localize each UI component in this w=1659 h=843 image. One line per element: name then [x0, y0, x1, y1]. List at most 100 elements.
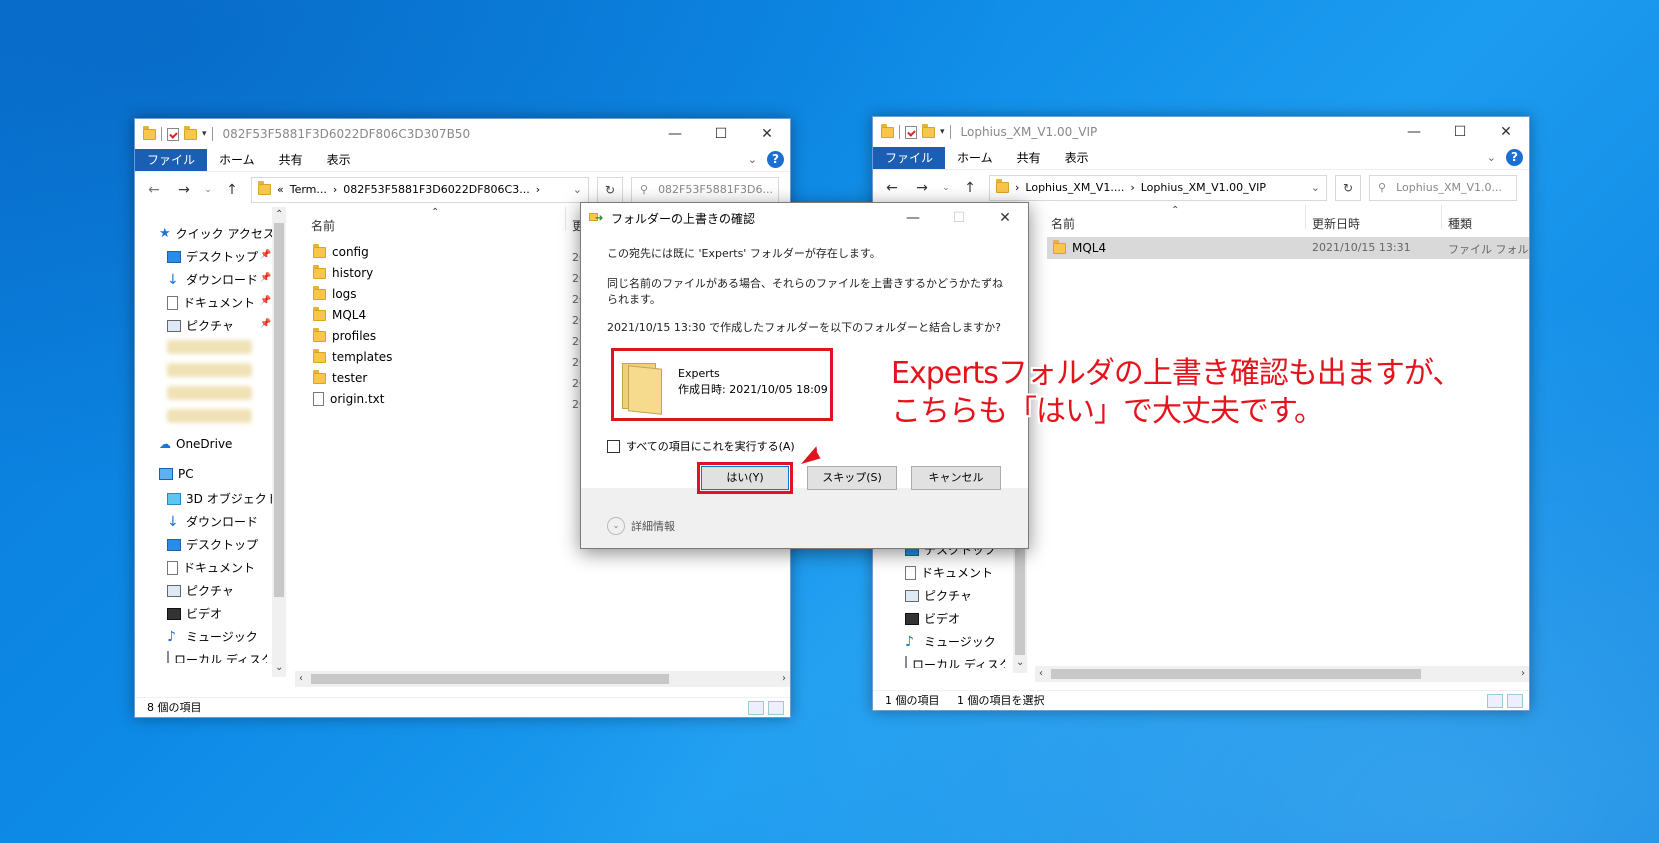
- scroll-down-icon[interactable]: ⌄: [1016, 657, 1024, 668]
- breadcrumb-separator[interactable]: ›: [333, 183, 337, 196]
- minimize-button[interactable]: —: [1391, 117, 1437, 147]
- up-button[interactable]: ↑: [221, 182, 243, 198]
- help-icon[interactable]: ?: [1506, 149, 1523, 166]
- scroll-left-icon[interactable]: ‹: [1039, 668, 1043, 679]
- tab-share[interactable]: 共有: [1005, 147, 1053, 169]
- column-type-header[interactable]: 種類: [1448, 215, 1472, 232]
- close-button[interactable]: ✕: [1483, 117, 1529, 147]
- horizontal-scrollbar[interactable]: ‹ ›: [1035, 666, 1529, 682]
- list-item[interactable]: tester: [313, 369, 367, 385]
- address-bar[interactable]: « Term... › 082F53F5881F3D6022DF806C3...…: [251, 176, 589, 203]
- breadcrumb-separator[interactable]: ›: [1015, 181, 1019, 194]
- skip-button[interactable]: スキップ(S): [807, 466, 897, 490]
- help-icon[interactable]: ?: [767, 151, 784, 168]
- refresh-button[interactable]: ↻: [1335, 174, 1361, 201]
- breadcrumb-separator[interactable]: ›: [1130, 181, 1134, 194]
- scroll-up-icon[interactable]: ⌃: [275, 209, 283, 220]
- yes-button[interactable]: はい(Y): [697, 462, 793, 494]
- nav-music[interactable]: ♪ ミュージック: [905, 633, 996, 650]
- expand-ribbon-icon[interactable]: ⌄: [1487, 151, 1496, 164]
- close-button[interactable]: ✕: [744, 119, 790, 149]
- nav-pc-desktop[interactable]: デスクトップ: [167, 536, 258, 553]
- cancel-button[interactable]: キャンセル: [911, 466, 1001, 490]
- up-button[interactable]: ↑: [959, 180, 981, 196]
- nav-local-disk[interactable]: ローカル ディスク (C: [905, 656, 1005, 668]
- nav-pc-downloads[interactable]: ↓ ダウンロード: [167, 513, 258, 530]
- large-icons-view-icon[interactable]: [768, 701, 784, 715]
- customize-dropdown-icon[interactable]: ▾: [202, 129, 207, 139]
- scroll-right-icon[interactable]: ›: [1521, 668, 1525, 679]
- existing-folder-option[interactable]: Experts 作成日時: 2021/10/05 18:09: [611, 348, 833, 421]
- list-item[interactable]: profiles: [313, 327, 376, 343]
- breadcrumb-term[interactable]: Term...: [290, 183, 327, 196]
- address-bar[interactable]: › Lophius_XM_V1.... › Lophius_XM_V1.00_V…: [989, 174, 1327, 201]
- expand-ribbon-icon[interactable]: ⌄: [748, 153, 757, 166]
- column-date-header[interactable]: 更新日時: [1312, 215, 1360, 232]
- refresh-button[interactable]: ↻: [597, 176, 623, 203]
- nav-documents[interactable]: ドキュメント: [167, 294, 255, 311]
- nav-videos[interactable]: ビデオ: [905, 610, 960, 627]
- tab-file[interactable]: ファイル: [135, 149, 208, 171]
- nav-pictures[interactable]: ピクチャ: [905, 587, 972, 604]
- new-folder-icon[interactable]: [922, 123, 935, 138]
- maximize-button[interactable]: ☐: [698, 119, 744, 149]
- scroll-right-icon[interactable]: ›: [782, 673, 786, 684]
- nav-videos[interactable]: ビデオ: [167, 605, 222, 622]
- minimize-button[interactable]: —: [652, 119, 698, 149]
- maximize-button[interactable]: ☐: [1437, 117, 1483, 147]
- address-dropdown-icon[interactable]: ⌄: [573, 183, 582, 196]
- customize-dropdown-icon[interactable]: ▾: [940, 127, 945, 137]
- details-view-icon[interactable]: [748, 701, 764, 715]
- large-icons-view-icon[interactable]: [1507, 694, 1523, 708]
- list-item[interactable]: history: [313, 264, 373, 280]
- nav-pictures[interactable]: ピクチャ: [167, 317, 234, 334]
- back-button[interactable]: ←: [881, 180, 903, 196]
- list-item[interactable]: templates: [313, 348, 392, 364]
- list-item[interactable]: origin.txt: [313, 392, 385, 406]
- forward-button[interactable]: →: [911, 180, 933, 196]
- address-overflow[interactable]: «: [277, 183, 284, 196]
- details-view-icon[interactable]: [1487, 694, 1503, 708]
- nav-scrollbar[interactable]: ⌃ ⌄: [272, 207, 286, 677]
- nav-pc[interactable]: PC: [159, 467, 194, 481]
- column-name-header[interactable]: 名前: [1051, 215, 1075, 232]
- tab-view[interactable]: 表示: [315, 149, 363, 171]
- nav-downloads[interactable]: ↓ ダウンロード: [167, 271, 258, 288]
- more-details-toggle[interactable]: ⌄ 詳細情報: [607, 517, 675, 535]
- breadcrumb-parent[interactable]: Lophius_XM_V1....: [1025, 181, 1124, 194]
- scrollbar-thumb[interactable]: [1051, 669, 1421, 679]
- nav-local-disk[interactable]: ローカル ディスク (C: [167, 651, 267, 663]
- tab-home[interactable]: ホーム: [207, 149, 267, 171]
- minimize-button[interactable]: —: [890, 203, 936, 233]
- column-name-header[interactable]: 名前: [311, 217, 335, 234]
- breadcrumb-current[interactable]: 082F53F5881F3D6022DF806C3...: [343, 183, 529, 196]
- recent-locations-icon[interactable]: ⌄: [941, 183, 951, 193]
- scroll-down-icon[interactable]: ⌄: [275, 662, 283, 673]
- tab-share[interactable]: 共有: [267, 149, 315, 171]
- breadcrumb-current[interactable]: Lophius_XM_V1.00_VIP: [1141, 181, 1266, 194]
- forward-button[interactable]: →: [173, 182, 195, 198]
- horizontal-scrollbar[interactable]: ‹ ›: [295, 671, 790, 687]
- properties-icon[interactable]: [905, 125, 917, 139]
- scrollbar-thumb[interactable]: [311, 674, 669, 684]
- search-box[interactable]: ⚲ 082F53F5881F3D6...: [631, 176, 779, 203]
- tab-home[interactable]: ホーム: [945, 147, 1005, 169]
- search-box[interactable]: ⚲ Lophius_XM_V1.0...: [1369, 174, 1517, 201]
- nav-pc-documents[interactable]: ドキュメント: [167, 559, 255, 576]
- tab-file[interactable]: ファイル: [873, 147, 946, 169]
- scrollbar-thumb[interactable]: [274, 223, 284, 597]
- address-dropdown-icon[interactable]: ⌄: [1311, 181, 1320, 194]
- breadcrumb-separator[interactable]: ›: [536, 183, 540, 196]
- new-folder-icon[interactable]: [184, 125, 197, 140]
- back-button[interactable]: ←: [143, 182, 165, 198]
- list-item[interactable]: logs: [313, 285, 357, 301]
- tab-view[interactable]: 表示: [1053, 147, 1101, 169]
- table-row[interactable]: MQL4 2021/10/15 13:31 ファイル フォルダー: [1047, 237, 1530, 259]
- nav-onedrive[interactable]: ☁ OneDrive: [159, 437, 232, 451]
- nav-desktop[interactable]: デスクトップ: [167, 248, 258, 265]
- nav-music[interactable]: ♪ ミュージック: [167, 628, 258, 645]
- list-item[interactable]: MQL4: [313, 306, 366, 322]
- scroll-left-icon[interactable]: ‹: [299, 673, 303, 684]
- apply-to-all-checkbox[interactable]: すべての項目にこれを実行する(A): [607, 438, 795, 454]
- nav-quick-access[interactable]: ★ クイック アクセス: [159, 225, 275, 242]
